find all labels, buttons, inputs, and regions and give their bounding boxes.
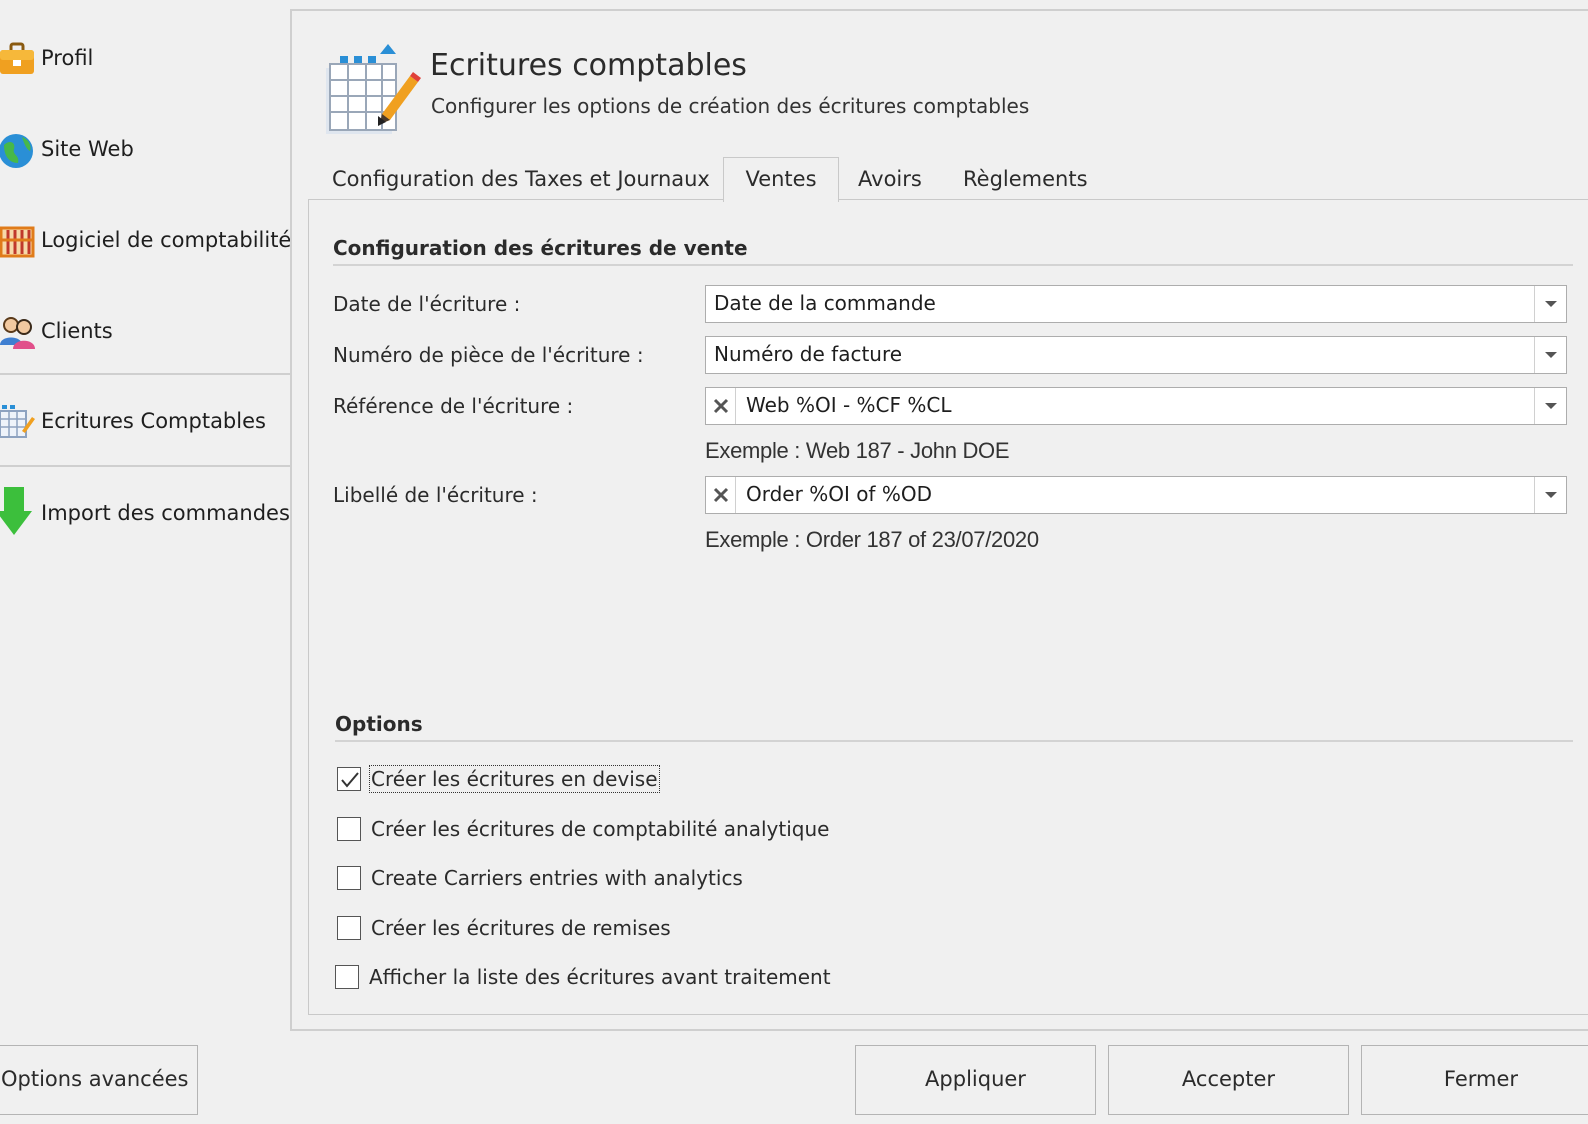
numero-piece-select-value: Numéro de facture <box>714 342 903 366</box>
sidebar-item-label: Clients <box>41 319 113 343</box>
checkbox-devise[interactable] <box>337 767 361 791</box>
sidebar-item-label: Logiciel de comptabilité <box>41 228 292 252</box>
globe-icon <box>0 129 36 169</box>
dropdown-arrow-icon[interactable] <box>1534 286 1566 322</box>
briefcase-icon <box>0 38 36 78</box>
sidebar-item-label: Profil <box>41 46 94 70</box>
close-button[interactable]: Fermer <box>1361 1045 1588 1115</box>
checkbox-analytique[interactable] <box>337 817 361 841</box>
field-label-numero-piece: Numéro de pièce de l'écriture : <box>333 343 644 367</box>
reference-select[interactable]: Web %OI - %CF %CL <box>705 387 1567 425</box>
sidebar-item-profil[interactable]: Profil <box>0 12 288 102</box>
reference-example: Exemple : Web 187 - John DOE <box>705 438 1010 463</box>
field-label-date: Date de l'écriture : <box>333 292 521 316</box>
sidebar-item-logiciel[interactable]: Logiciel de comptabilité <box>0 194 292 284</box>
field-label-reference: Référence de l'écriture : <box>333 394 574 418</box>
ledger-edit-icon <box>0 401 36 441</box>
option-label: Create Carriers entries with analytics <box>371 866 743 890</box>
tab-reglements[interactable]: Règlements <box>963 158 1088 200</box>
dropdown-arrow-icon[interactable] <box>1534 388 1566 424</box>
field-label-libelle: Libellé de l'écriture : <box>333 483 538 507</box>
tab-taxes-journaux[interactable]: Configuration des Taxes et Journaux <box>332 158 710 200</box>
libelle-select[interactable]: Order %OI of %OD <box>705 476 1567 514</box>
page-subtitle: Configurer les options de création des é… <box>431 94 1030 118</box>
libelle-select-value: Order %OI of %OD <box>746 482 932 506</box>
checkbox-remises[interactable] <box>337 916 361 940</box>
clear-icon[interactable] <box>706 388 736 424</box>
apply-button[interactable]: Appliquer <box>855 1045 1096 1115</box>
date-select-value: Date de la commande <box>714 291 936 315</box>
date-select[interactable]: Date de la commande <box>705 285 1567 323</box>
sidebar-item-label: Site Web <box>41 137 134 161</box>
option-label: Afficher la liste des écritures avant tr… <box>369 965 831 989</box>
users-icon <box>0 311 36 351</box>
accept-button[interactable]: Accepter <box>1108 1045 1349 1115</box>
group-title-options: Options <box>335 712 423 736</box>
group-title-sales: Configuration des écritures de vente <box>333 236 748 260</box>
abacus-icon <box>0 220 36 260</box>
checkbox-afficher-liste[interactable] <box>335 965 359 989</box>
option-label: Créer les écritures en devise <box>369 765 660 793</box>
dropdown-arrow-icon[interactable] <box>1534 337 1566 373</box>
sidebar-item-label: Ecritures Comptables <box>41 409 266 433</box>
advanced-options-button[interactable]: Options avancées <box>0 1045 198 1115</box>
group-divider <box>333 264 1573 266</box>
sidebar-item-site-web[interactable]: Site Web <box>0 103 288 193</box>
option-label: Créer les écritures de comptabilité anal… <box>371 817 830 841</box>
sidebar-item-clients[interactable]: Clients <box>0 285 288 375</box>
dropdown-arrow-icon[interactable] <box>1534 477 1566 513</box>
group-divider <box>335 740 1573 742</box>
sidebar-item-ecritures[interactable]: Ecritures Comptables <box>0 375 292 465</box>
clear-icon[interactable] <box>706 477 736 513</box>
checkmark-icon <box>341 772 359 788</box>
checkbox-carriers[interactable] <box>337 866 361 890</box>
tab-ventes[interactable]: Ventes <box>723 157 839 202</box>
libelle-example: Exemple : Order 187 of 23/07/2020 <box>705 527 1039 552</box>
download-arrow-icon <box>0 487 36 535</box>
page-title: Ecritures comptables <box>430 48 747 83</box>
tab-avoirs[interactable]: Avoirs <box>858 158 922 200</box>
numero-piece-select[interactable]: Numéro de facture <box>705 336 1567 374</box>
option-label: Créer les écritures de remises <box>371 916 671 940</box>
reference-select-value: Web %OI - %CF %CL <box>746 393 952 417</box>
sidebar-item-label: Import des commandes <box>41 501 290 525</box>
spreadsheet-edit-icon <box>322 42 422 144</box>
sidebar-item-import[interactable]: Import des commandes <box>0 467 290 557</box>
